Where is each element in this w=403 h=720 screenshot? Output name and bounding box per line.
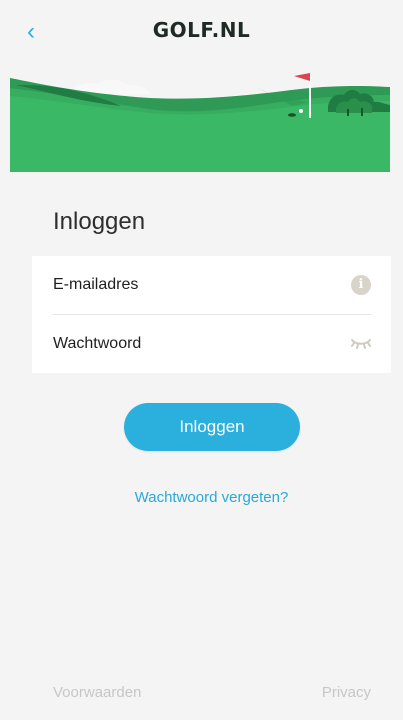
eye-closed-icon[interactable] [349, 335, 373, 351]
email-label: E-mailadres [53, 276, 139, 293]
terms-link[interactable]: Voorwaarden [53, 684, 141, 701]
email-field[interactable]: E-mailadres i [32, 256, 391, 314]
login-button[interactable]: Inloggen [124, 403, 300, 451]
page-title: Inloggen [53, 208, 146, 235]
login-screen: ‹ GOLF.NL Inloggen E-mailadres i Wachtwo… [0, 0, 403, 720]
privacy-link[interactable]: Privacy [322, 684, 371, 701]
password-field[interactable]: Wachtwoord [32, 315, 391, 373]
golf-course-illustration [10, 64, 390, 172]
login-form: E-mailadres i Wachtwoord [32, 256, 391, 373]
forgot-password-link[interactable]: Wachtwoord vergeten? [0, 489, 403, 506]
golf-course-graphic [10, 64, 390, 172]
top-bar: ‹ GOLF.NL [0, 0, 403, 64]
brand-logo: GOLF.NL [152, 18, 251, 42]
info-icon[interactable]: i [351, 275, 371, 295]
password-label: Wachtwoord [53, 335, 142, 352]
